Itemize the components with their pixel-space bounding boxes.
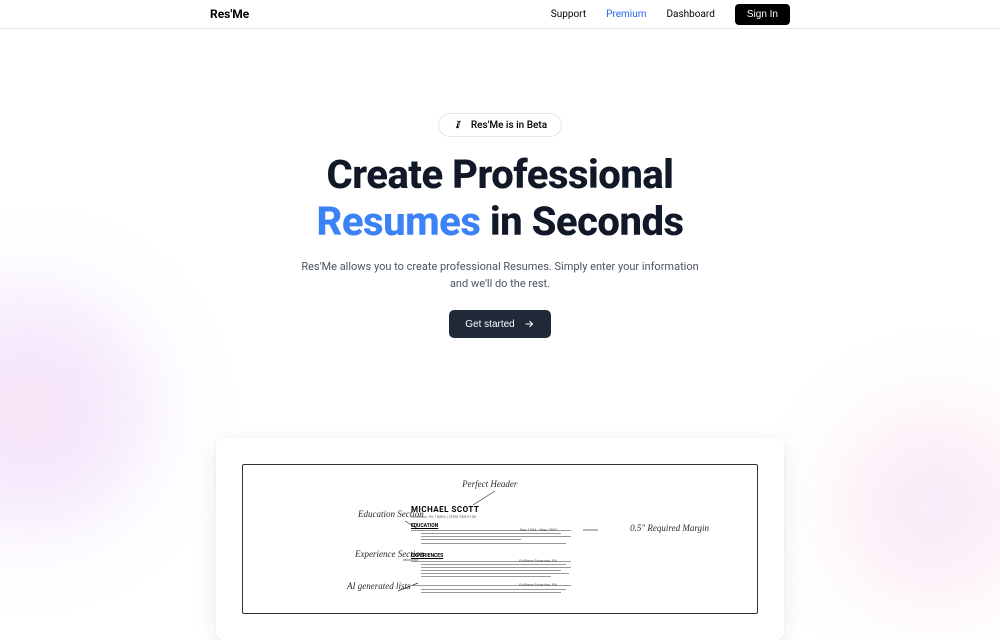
resume-contact-line: Scranton, PA 18503 | (555) 555-0100 xyxy=(411,515,551,520)
section-education-label: EDUCATION xyxy=(411,523,438,529)
nav-premium[interactable]: Premium xyxy=(606,9,646,20)
resume-line xyxy=(421,589,566,590)
nav-dashboard[interactable]: Dashboard xyxy=(666,9,714,20)
resume-line xyxy=(421,573,569,574)
sign-in-button[interactable]: Sign In xyxy=(735,4,790,25)
get-started-button[interactable]: Get started xyxy=(449,310,550,338)
resume-preview-card: Perfect Header Education Section Experie… xyxy=(216,438,784,640)
beta-badge: Res'Me is in Beta xyxy=(438,113,562,137)
resume-line xyxy=(421,564,566,565)
resume-line xyxy=(421,576,551,577)
resume-line xyxy=(421,592,561,593)
main-nav: Support Premium Dashboard Sign In xyxy=(551,4,790,25)
annotation-header: Perfect Header xyxy=(462,479,517,489)
annotation-ai: AI generated lists xyxy=(347,581,411,591)
hero-headline: Create Professional Resumes in Seconds xyxy=(0,151,1000,245)
badge-text: Res'Me is in Beta xyxy=(471,120,547,131)
date-text: Sep 1994 - May 1997 xyxy=(520,527,557,532)
resume-sketch: Perfect Header Education Section Experie… xyxy=(242,464,758,614)
resume-line xyxy=(421,567,571,568)
resume-line xyxy=(421,543,566,544)
date-text: Fulltime Scranton, PA xyxy=(519,582,557,587)
resume-line xyxy=(421,533,561,534)
resume-line xyxy=(421,570,561,571)
headline-rest: in Seconds xyxy=(480,198,683,245)
decorative-gradient-right xyxy=(810,380,1000,630)
hero-section: Res'Me is in Beta Create Professional Re… xyxy=(0,29,1000,338)
section-experience-label: EXPERIENCES xyxy=(411,553,443,559)
logo[interactable]: Res'Me xyxy=(210,7,249,21)
headline-line1: Create Professional xyxy=(327,151,674,198)
headline-accent: Resumes xyxy=(316,198,480,245)
resume-name: MICHAEL SCOTT xyxy=(411,505,479,514)
annotation-margin: 0.5" Required Margin xyxy=(630,523,709,533)
resume-line xyxy=(421,539,521,540)
sparkle-icon xyxy=(453,119,465,131)
arrow-right-icon xyxy=(523,318,535,330)
resume-line xyxy=(421,536,571,537)
site-header: Res'Me Support Premium Dashboard Sign In xyxy=(0,0,1000,29)
nav-support[interactable]: Support xyxy=(551,9,586,20)
hero-subtitle: Res'Me allows you to create professional… xyxy=(300,259,700,292)
cta-label: Get started xyxy=(465,319,514,330)
